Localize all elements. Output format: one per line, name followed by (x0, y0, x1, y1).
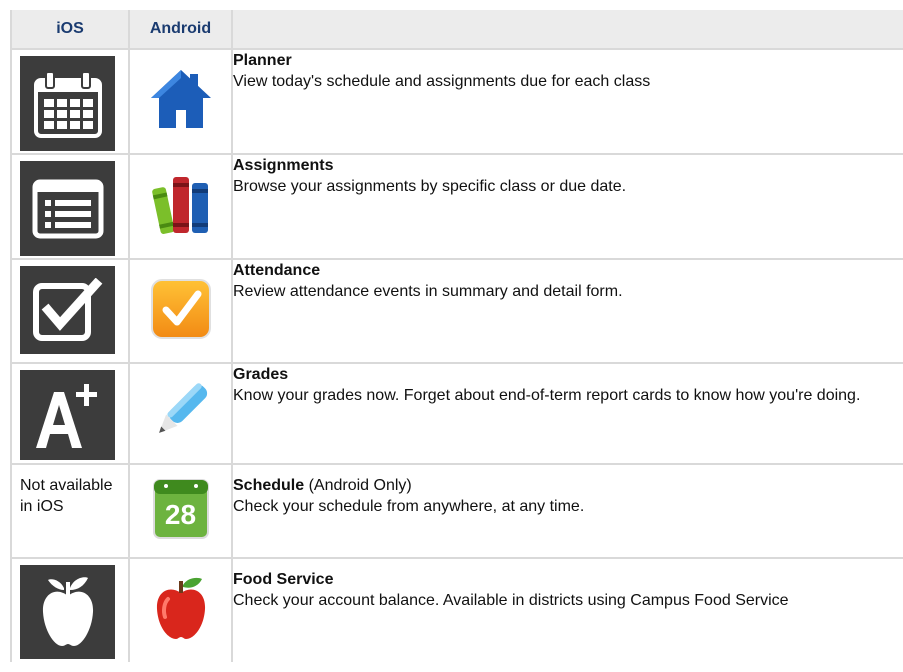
apple-icon (20, 565, 115, 659)
feature-description: View today's schedule and assignments du… (233, 73, 651, 90)
feature-description: Know your grades now. Forget about end-o… (233, 387, 861, 404)
table-row: Grades Know your grades now. Forget abou… (10, 362, 903, 465)
feature-description: Check your account balance. Available in… (233, 592, 789, 609)
header-row: iOS Android (10, 10, 903, 50)
feature-title: Schedule (233, 477, 305, 494)
calendar-icon (20, 56, 115, 151)
feature-title: Food Service (233, 571, 334, 588)
features-table: iOS Android Planner View today's schedul… (10, 10, 903, 662)
table-row: Planner View today's schedule and assign… (10, 48, 903, 155)
apple-icon (146, 573, 216, 643)
row-title: Schedule (Android Only) (233, 475, 903, 496)
table-row: Not available in iOS 28 Schedule (Androi… (10, 463, 903, 559)
row-title: Attendance (233, 260, 903, 281)
feature-title: Planner (233, 52, 292, 69)
calendar-28-icon: 28 (146, 474, 216, 544)
table-row: Assignments Browse your assignments by s… (10, 153, 903, 260)
a-plus-icon (20, 370, 115, 460)
header-android: Android (128, 10, 233, 50)
list-icon (20, 161, 115, 256)
header-ios: iOS (10, 10, 130, 50)
books-icon (146, 169, 216, 239)
table-row: Attendance Review attendance events in s… (10, 258, 903, 364)
row-title: Food Service (233, 569, 903, 590)
android-only-note: (Android Only) (304, 477, 412, 494)
feature-title: Grades (233, 366, 289, 383)
check-icon (146, 274, 216, 344)
row-title: Grades (233, 364, 903, 385)
not-available-text: Not available in iOS (20, 477, 113, 515)
row-title: Planner (233, 50, 903, 71)
feature-description: Check your schedule from anywhere, at an… (233, 498, 585, 515)
header-description (231, 10, 903, 50)
feature-title: Attendance (233, 262, 321, 279)
feature-description: Browse your assignments by specific clas… (233, 178, 627, 195)
calendar-day-number: 28 (164, 498, 197, 530)
pen-icon (146, 376, 216, 446)
checkbox-icon (20, 266, 115, 354)
house-icon (146, 64, 216, 134)
feature-title: Assignments (233, 157, 334, 174)
row-title: Assignments (233, 155, 903, 176)
table-row: Food Service Check your account balance.… (10, 557, 903, 662)
feature-description: Review attendance events in summary and … (233, 283, 623, 300)
